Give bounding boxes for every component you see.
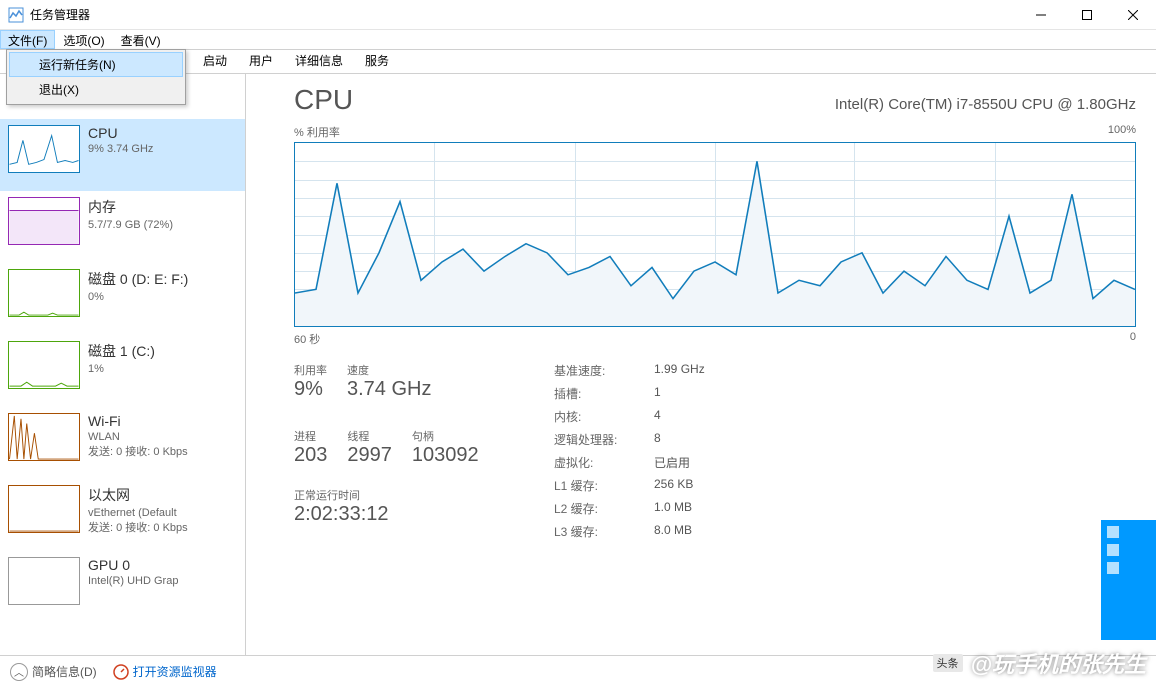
sidebar-item-disk1[interactable]: 磁盘 1 (C:) 1% (0, 335, 245, 407)
l1-value: 256 KB (654, 477, 693, 494)
window-title: 任务管理器 (30, 6, 1018, 23)
utilization-label: 利用率 (294, 362, 327, 378)
sidebar[interactable]: CPU 9% 3.74 GHz 内存 5.7/7.9 GB (72%) 磁盘 0… (0, 74, 246, 655)
wifi-label: Wi-Fi (88, 413, 188, 429)
sidebar-item-gpu[interactable]: GPU 0 Intel(R) UHD Grap (0, 551, 245, 623)
menu-file[interactable]: 文件(F) (0, 30, 55, 49)
perf-icon (113, 664, 129, 680)
threads-value: 2997 (347, 444, 392, 467)
cpu-label: CPU (88, 125, 153, 141)
disk1-label: 磁盘 1 (C:) (88, 341, 155, 361)
resource-monitor-link[interactable]: 打开资源监视器 (113, 663, 217, 680)
ethernet-thumb (8, 485, 80, 533)
cpu-thumb (8, 125, 80, 173)
memory-label: 内存 (88, 197, 173, 217)
disk1-stats: 1% (88, 363, 155, 375)
memory-thumb (8, 197, 80, 245)
uptime-value: 2:02:33:12 (294, 503, 534, 526)
cpu-stats: 9% 3.74 GHz (88, 143, 153, 155)
sidebar-item-ethernet[interactable]: 以太网 vEthernet (Default 发送: 0 接收: 0 Kbps (0, 479, 245, 551)
base-speed-value: 1.99 GHz (654, 362, 705, 379)
desktop-peek (1101, 520, 1156, 640)
l3-value: 8.0 MB (654, 523, 692, 540)
logical-label: 逻辑处理器: (554, 431, 654, 448)
menu-view[interactable]: 查看(V) (113, 30, 169, 49)
chart-label-tl: % 利用率 (294, 124, 340, 140)
fewer-details-button[interactable]: ︿ 简略信息(D) (10, 663, 97, 681)
chart-label-tr: 100% (1108, 124, 1136, 140)
minimize-button[interactable] (1018, 0, 1064, 30)
sidebar-item-memory[interactable]: 内存 5.7/7.9 GB (72%) (0, 191, 245, 263)
virt-value: 已启用 (654, 454, 690, 471)
disk1-thumb (8, 341, 80, 389)
uptime-label: 正常运行时间 (294, 487, 534, 503)
main-panel: CPU Intel(R) Core(TM) i7-8550U CPU @ 1.8… (246, 74, 1156, 655)
file-dropdown: 运行新任务(N) 退出(X) (6, 49, 186, 105)
handles-value: 103092 (412, 444, 479, 467)
threads-label: 线程 (347, 428, 392, 444)
processes-value: 203 (294, 444, 327, 467)
l3-label: L3 缓存: (554, 523, 654, 540)
main-subtitle: Intel(R) Core(TM) i7-8550U CPU @ 1.80GHz (835, 96, 1136, 113)
sidebar-item-disk0[interactable]: 磁盘 0 (D: E: F:) 0% (0, 263, 245, 335)
close-button[interactable] (1110, 0, 1156, 30)
disk0-label: 磁盘 0 (D: E: F:) (88, 269, 188, 289)
titlebar: 任务管理器 (0, 0, 1156, 30)
cpu-chart (294, 142, 1136, 327)
app-icon (8, 7, 24, 23)
l1-label: L1 缓存: (554, 477, 654, 494)
wifi-sublabel: WLAN (88, 431, 188, 443)
dropdown-exit[interactable]: 退出(X) (9, 77, 183, 102)
logical-value: 8 (654, 431, 661, 448)
speed-value: 3.74 GHz (347, 378, 431, 401)
watermark-badge: 头条 (933, 654, 963, 672)
memory-stats: 5.7/7.9 GB (72%) (88, 219, 173, 231)
tab-users[interactable]: 用户 (238, 48, 284, 73)
sockets-label: 插槽: (554, 385, 654, 402)
wifi-thumb (8, 413, 80, 461)
handles-label: 句柄 (412, 428, 479, 444)
sockets-value: 1 (654, 385, 661, 402)
watermark-text: @玩手机的张先生 (971, 647, 1146, 679)
cores-value: 4 (654, 408, 661, 425)
gpu-label: GPU 0 (88, 557, 178, 573)
utilization-value: 9% (294, 378, 327, 401)
tab-details[interactable]: 详细信息 (284, 48, 354, 73)
chevron-up-icon: ︿ (10, 663, 28, 681)
tab-startup[interactable]: 启动 (192, 48, 238, 73)
tab-services[interactable]: 服务 (354, 48, 400, 73)
l2-label: L2 缓存: (554, 500, 654, 517)
gpu-thumb (8, 557, 80, 605)
main-title: CPU (294, 84, 353, 116)
dropdown-new-task[interactable]: 运行新任务(N) (9, 52, 183, 77)
menu-options[interactable]: 选项(O) (55, 30, 112, 49)
speed-label: 速度 (347, 362, 431, 378)
sidebar-item-cpu[interactable]: CPU 9% 3.74 GHz (0, 119, 245, 191)
ethernet-label: 以太网 (88, 485, 188, 505)
virt-label: 虚拟化: (554, 454, 654, 471)
sidebar-item-wifi[interactable]: Wi-Fi WLAN 发送: 0 接收: 0 Kbps (0, 407, 245, 479)
cores-label: 内核: (554, 408, 654, 425)
ethernet-sublabel: vEthernet (Default (88, 507, 188, 519)
ethernet-stats: 发送: 0 接收: 0 Kbps (88, 519, 188, 535)
menubar: 文件(F) 选项(O) 查看(V) (0, 30, 1156, 50)
wifi-stats: 发送: 0 接收: 0 Kbps (88, 443, 188, 459)
disk0-thumb (8, 269, 80, 317)
disk0-stats: 0% (88, 291, 188, 303)
base-speed-label: 基准速度: (554, 362, 654, 379)
gpu-sublabel: Intel(R) UHD Grap (88, 575, 178, 587)
processes-label: 进程 (294, 428, 327, 444)
watermark: 头条 @玩手机的张先生 (933, 647, 1146, 679)
maximize-button[interactable] (1064, 0, 1110, 30)
chart-label-br: 0 (1130, 331, 1136, 347)
l2-value: 1.0 MB (654, 500, 692, 517)
chart-label-bl: 60 秒 (294, 331, 320, 347)
